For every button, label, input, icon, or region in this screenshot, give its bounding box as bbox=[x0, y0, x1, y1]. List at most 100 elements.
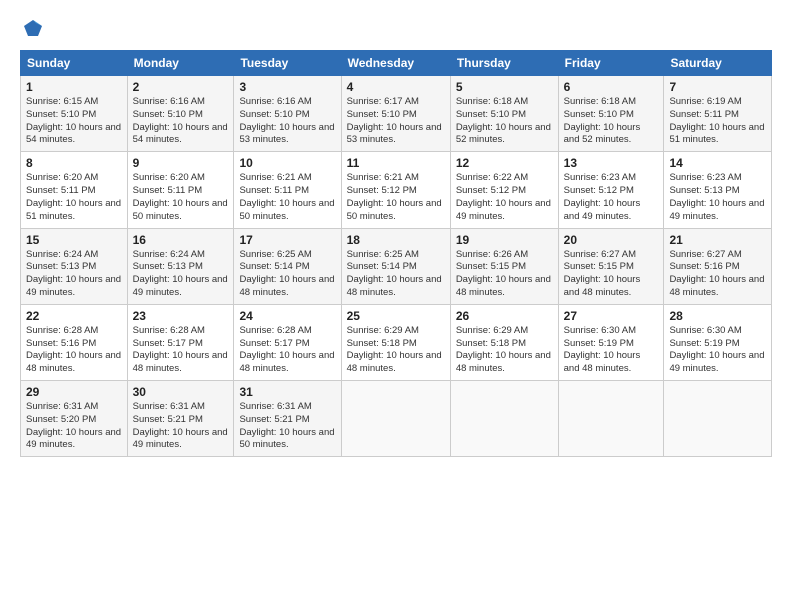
day-number: 28 bbox=[669, 309, 766, 323]
calendar-table: SundayMondayTuesdayWednesdayThursdayFrid… bbox=[20, 50, 772, 457]
day-number: 2 bbox=[133, 80, 229, 94]
day-number: 24 bbox=[239, 309, 335, 323]
header bbox=[20, 18, 772, 40]
table-row bbox=[664, 381, 772, 457]
table-row: 19 Sunrise: 6:26 AM Sunset: 5:15 PM Dayl… bbox=[450, 228, 558, 304]
day-number: 5 bbox=[456, 80, 553, 94]
day-number: 17 bbox=[239, 233, 335, 247]
day-info: Sunrise: 6:21 AM Sunset: 5:11 PM Dayligh… bbox=[239, 172, 335, 223]
table-row: 8 Sunrise: 6:20 AM Sunset: 5:11 PM Dayli… bbox=[21, 152, 128, 228]
day-info: Sunrise: 6:15 AM Sunset: 5:10 PM Dayligh… bbox=[26, 96, 122, 147]
table-row: 6 Sunrise: 6:18 AM Sunset: 5:10 PM Dayli… bbox=[558, 76, 664, 152]
day-number: 7 bbox=[669, 80, 766, 94]
table-row bbox=[558, 381, 664, 457]
day-info: Sunrise: 6:23 AM Sunset: 5:13 PM Dayligh… bbox=[669, 172, 766, 223]
day-number: 21 bbox=[669, 233, 766, 247]
day-info: Sunrise: 6:29 AM Sunset: 5:18 PM Dayligh… bbox=[347, 325, 445, 376]
day-number: 23 bbox=[133, 309, 229, 323]
day-info: Sunrise: 6:22 AM Sunset: 5:12 PM Dayligh… bbox=[456, 172, 553, 223]
day-info: Sunrise: 6:28 AM Sunset: 5:16 PM Dayligh… bbox=[26, 325, 122, 376]
table-row: 27 Sunrise: 6:30 AM Sunset: 5:19 PM Dayl… bbox=[558, 304, 664, 380]
table-row: 28 Sunrise: 6:30 AM Sunset: 5:19 PM Dayl… bbox=[664, 304, 772, 380]
table-row: 15 Sunrise: 6:24 AM Sunset: 5:13 PM Dayl… bbox=[21, 228, 128, 304]
table-row: 14 Sunrise: 6:23 AM Sunset: 5:13 PM Dayl… bbox=[664, 152, 772, 228]
day-number: 13 bbox=[564, 156, 659, 170]
table-row: 22 Sunrise: 6:28 AM Sunset: 5:16 PM Dayl… bbox=[21, 304, 128, 380]
table-row bbox=[341, 381, 450, 457]
day-number: 27 bbox=[564, 309, 659, 323]
table-row: 29 Sunrise: 6:31 AM Sunset: 5:20 PM Dayl… bbox=[21, 381, 128, 457]
day-number: 4 bbox=[347, 80, 445, 94]
day-info: Sunrise: 6:16 AM Sunset: 5:10 PM Dayligh… bbox=[133, 96, 229, 147]
table-row: 20 Sunrise: 6:27 AM Sunset: 5:15 PM Dayl… bbox=[558, 228, 664, 304]
day-number: 30 bbox=[133, 385, 229, 399]
day-info: Sunrise: 6:27 AM Sunset: 5:15 PM Dayligh… bbox=[564, 249, 659, 300]
day-number: 19 bbox=[456, 233, 553, 247]
day-number: 26 bbox=[456, 309, 553, 323]
day-info: Sunrise: 6:28 AM Sunset: 5:17 PM Dayligh… bbox=[133, 325, 229, 376]
day-number: 9 bbox=[133, 156, 229, 170]
day-info: Sunrise: 6:24 AM Sunset: 5:13 PM Dayligh… bbox=[26, 249, 122, 300]
table-row: 10 Sunrise: 6:21 AM Sunset: 5:11 PM Dayl… bbox=[234, 152, 341, 228]
day-number: 11 bbox=[347, 156, 445, 170]
day-number: 22 bbox=[26, 309, 122, 323]
day-info: Sunrise: 6:30 AM Sunset: 5:19 PM Dayligh… bbox=[564, 325, 659, 376]
table-row: 18 Sunrise: 6:25 AM Sunset: 5:14 PM Dayl… bbox=[341, 228, 450, 304]
col-header-monday: Monday bbox=[127, 51, 234, 76]
table-row bbox=[450, 381, 558, 457]
col-header-saturday: Saturday bbox=[664, 51, 772, 76]
page: SundayMondayTuesdayWednesdayThursdayFrid… bbox=[0, 0, 792, 612]
table-row: 30 Sunrise: 6:31 AM Sunset: 5:21 PM Dayl… bbox=[127, 381, 234, 457]
day-info: Sunrise: 6:28 AM Sunset: 5:17 PM Dayligh… bbox=[239, 325, 335, 376]
table-row: 2 Sunrise: 6:16 AM Sunset: 5:10 PM Dayli… bbox=[127, 76, 234, 152]
day-info: Sunrise: 6:16 AM Sunset: 5:10 PM Dayligh… bbox=[239, 96, 335, 147]
day-number: 29 bbox=[26, 385, 122, 399]
day-number: 31 bbox=[239, 385, 335, 399]
col-header-sunday: Sunday bbox=[21, 51, 128, 76]
table-row: 5 Sunrise: 6:18 AM Sunset: 5:10 PM Dayli… bbox=[450, 76, 558, 152]
day-number: 10 bbox=[239, 156, 335, 170]
day-info: Sunrise: 6:31 AM Sunset: 5:20 PM Dayligh… bbox=[26, 401, 122, 452]
table-row: 4 Sunrise: 6:17 AM Sunset: 5:10 PM Dayli… bbox=[341, 76, 450, 152]
table-row: 1 Sunrise: 6:15 AM Sunset: 5:10 PM Dayli… bbox=[21, 76, 128, 152]
table-row: 23 Sunrise: 6:28 AM Sunset: 5:17 PM Dayl… bbox=[127, 304, 234, 380]
table-row: 12 Sunrise: 6:22 AM Sunset: 5:12 PM Dayl… bbox=[450, 152, 558, 228]
day-number: 20 bbox=[564, 233, 659, 247]
day-info: Sunrise: 6:25 AM Sunset: 5:14 PM Dayligh… bbox=[347, 249, 445, 300]
day-info: Sunrise: 6:31 AM Sunset: 5:21 PM Dayligh… bbox=[239, 401, 335, 452]
day-info: Sunrise: 6:20 AM Sunset: 5:11 PM Dayligh… bbox=[133, 172, 229, 223]
day-number: 15 bbox=[26, 233, 122, 247]
day-info: Sunrise: 6:27 AM Sunset: 5:16 PM Dayligh… bbox=[669, 249, 766, 300]
day-info: Sunrise: 6:24 AM Sunset: 5:13 PM Dayligh… bbox=[133, 249, 229, 300]
day-info: Sunrise: 6:25 AM Sunset: 5:14 PM Dayligh… bbox=[239, 249, 335, 300]
table-row: 17 Sunrise: 6:25 AM Sunset: 5:14 PM Dayl… bbox=[234, 228, 341, 304]
table-row: 16 Sunrise: 6:24 AM Sunset: 5:13 PM Dayl… bbox=[127, 228, 234, 304]
table-row: 31 Sunrise: 6:31 AM Sunset: 5:21 PM Dayl… bbox=[234, 381, 341, 457]
day-number: 3 bbox=[239, 80, 335, 94]
day-info: Sunrise: 6:21 AM Sunset: 5:12 PM Dayligh… bbox=[347, 172, 445, 223]
day-info: Sunrise: 6:31 AM Sunset: 5:21 PM Dayligh… bbox=[133, 401, 229, 452]
table-row: 3 Sunrise: 6:16 AM Sunset: 5:10 PM Dayli… bbox=[234, 76, 341, 152]
table-row: 26 Sunrise: 6:29 AM Sunset: 5:18 PM Dayl… bbox=[450, 304, 558, 380]
logo-flag-icon bbox=[22, 18, 44, 40]
day-info: Sunrise: 6:30 AM Sunset: 5:19 PM Dayligh… bbox=[669, 325, 766, 376]
day-info: Sunrise: 6:19 AM Sunset: 5:11 PM Dayligh… bbox=[669, 96, 766, 147]
day-number: 1 bbox=[26, 80, 122, 94]
table-row: 21 Sunrise: 6:27 AM Sunset: 5:16 PM Dayl… bbox=[664, 228, 772, 304]
day-number: 18 bbox=[347, 233, 445, 247]
day-info: Sunrise: 6:29 AM Sunset: 5:18 PM Dayligh… bbox=[456, 325, 553, 376]
day-info: Sunrise: 6:17 AM Sunset: 5:10 PM Dayligh… bbox=[347, 96, 445, 147]
table-row: 24 Sunrise: 6:28 AM Sunset: 5:17 PM Dayl… bbox=[234, 304, 341, 380]
table-row: 7 Sunrise: 6:19 AM Sunset: 5:11 PM Dayli… bbox=[664, 76, 772, 152]
logo bbox=[20, 18, 44, 40]
col-header-wednesday: Wednesday bbox=[341, 51, 450, 76]
day-info: Sunrise: 6:23 AM Sunset: 5:12 PM Dayligh… bbox=[564, 172, 659, 223]
day-number: 8 bbox=[26, 156, 122, 170]
day-number: 14 bbox=[669, 156, 766, 170]
col-header-thursday: Thursday bbox=[450, 51, 558, 76]
day-info: Sunrise: 6:26 AM Sunset: 5:15 PM Dayligh… bbox=[456, 249, 553, 300]
table-row: 9 Sunrise: 6:20 AM Sunset: 5:11 PM Dayli… bbox=[127, 152, 234, 228]
day-number: 6 bbox=[564, 80, 659, 94]
day-number: 12 bbox=[456, 156, 553, 170]
table-row: 25 Sunrise: 6:29 AM Sunset: 5:18 PM Dayl… bbox=[341, 304, 450, 380]
